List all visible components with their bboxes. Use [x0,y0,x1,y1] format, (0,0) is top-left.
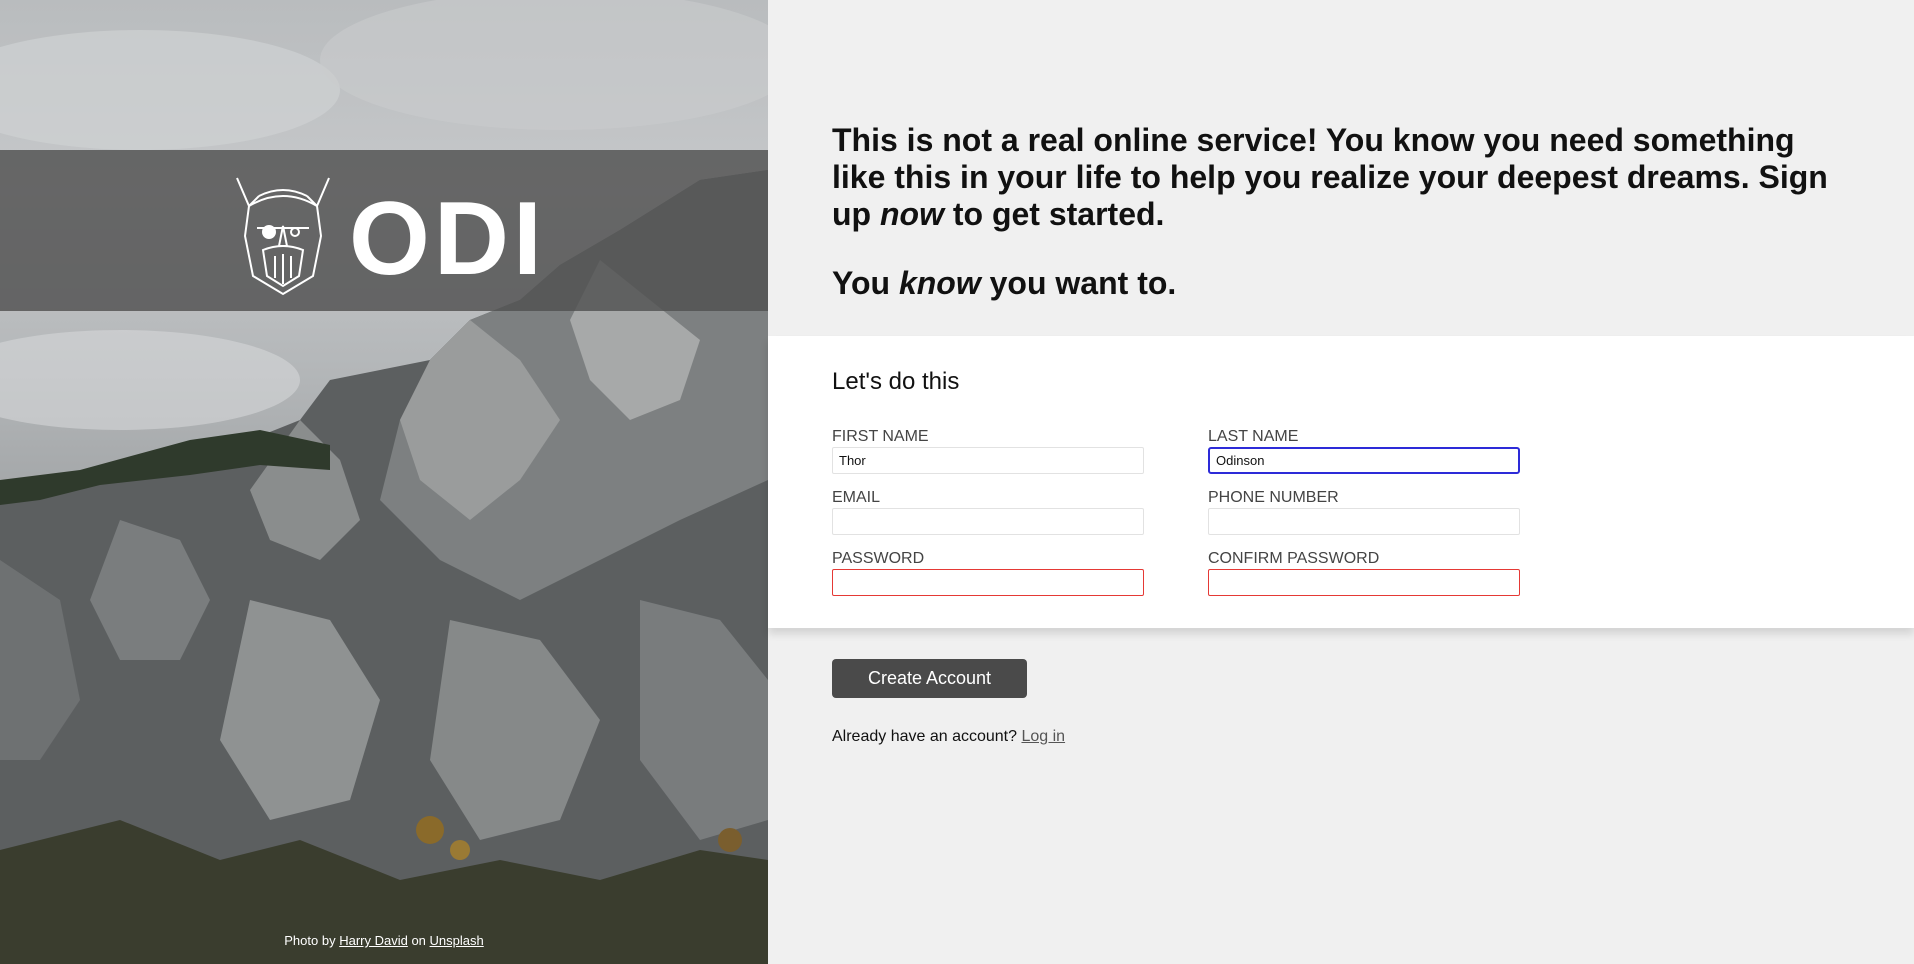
confirm-password-field: CONFIRM PASSWORD [1208,550,1520,596]
create-account-button[interactable]: Create Account [832,659,1027,698]
intro-emphasis: now [879,196,944,232]
phone-field: PHONE NUMBER [1208,489,1520,535]
tagline-emphasis: know [898,265,981,301]
credit-author-link[interactable]: Harry David [339,933,408,948]
intro-text: This is not a real online service! You k… [832,122,1832,302]
viking-helmet-icon [236,177,330,295]
form-title: Let's do this [832,368,960,395]
first-name-input[interactable] [832,447,1144,474]
tagline-a: You [832,265,899,301]
email-label: EMAIL [832,489,881,506]
first-name-label: FIRST NAME [832,428,929,445]
phone-label: PHONE NUMBER [1208,489,1339,506]
email-input[interactable] [832,508,1144,535]
password-field: PASSWORD [832,550,1144,596]
login-prompt: Already have an account? Log in [832,728,1065,746]
brand-banner: ODIN [0,150,768,311]
email-field: EMAIL [832,489,1144,535]
password-label: PASSWORD [832,550,925,567]
last-name-label: LAST NAME [1208,428,1299,445]
phone-input[interactable] [1208,508,1520,535]
password-input[interactable] [832,569,1144,596]
intro-tagline: You know you want to. [832,265,1832,302]
intro-text-b: to get started. [943,196,1165,232]
login-prompt-text: Already have an account? [832,728,1022,745]
confirm-password-label: CONFIRM PASSWORD [1208,550,1380,567]
confirm-password-input[interactable] [1208,569,1520,596]
last-name-input[interactable] [1208,447,1520,474]
login-link[interactable]: Log in [1021,728,1065,745]
last-name-field: LAST NAME [1208,428,1520,474]
signup-form: Let's do this FIRST NAME LAST NAME EMAIL… [768,336,1914,628]
first-name-field: FIRST NAME [832,428,1144,474]
tagline-b: you want to. [980,265,1177,301]
credit-prefix: Photo by [284,933,336,948]
signup-panel: This is not a real online service! You k… [768,0,1914,964]
brand-name: ODIN [349,181,539,296]
photo-credit: Photo by Harry David on Unsplash [0,933,768,948]
credit-middle: on [411,933,426,948]
odin-logo: ODIN [236,177,539,296]
cliff-photo [0,0,768,964]
credit-site-link[interactable]: Unsplash [430,933,484,948]
hero-photo-panel: ODIN Photo by Harry David on Unsplash [0,0,768,964]
intro-paragraph: This is not a real online service! You k… [832,122,1832,233]
